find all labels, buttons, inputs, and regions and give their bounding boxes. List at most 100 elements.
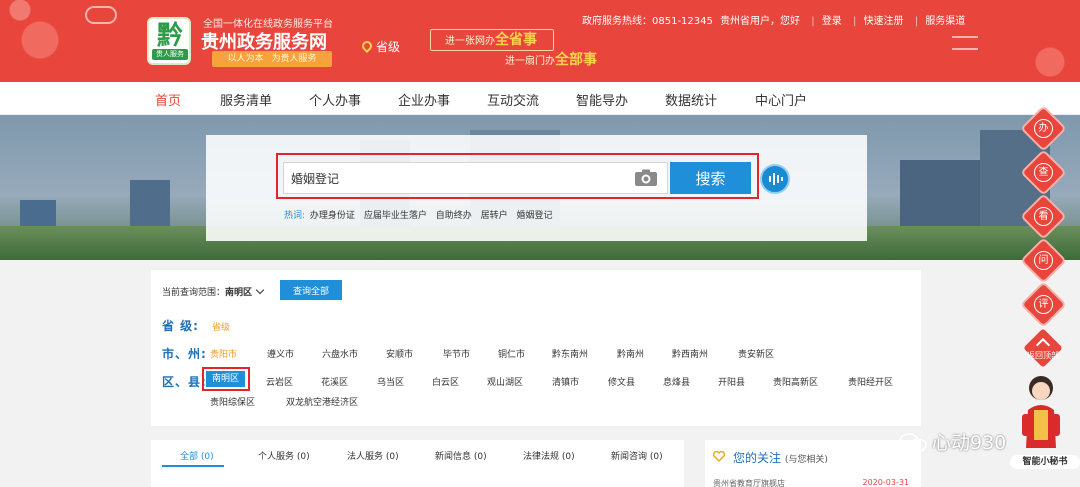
hot-word[interactable]: 自助终办 [436, 211, 472, 221]
query-all-button[interactable]: 查询全部 [280, 280, 342, 300]
district-item[interactable]: 贵阳高新区 [773, 375, 818, 388]
site-header: 黔 贵人服务 全国一体化在线政务服务平台 贵州政务服务网 以人为本 为贵人服务 省… [0, 0, 1080, 82]
camera-icon[interactable] [634, 169, 658, 187]
tab-news-info[interactable]: 新闻信息 (0) [435, 449, 487, 462]
follow-item-date: 2020-03-31 [862, 478, 910, 487]
assistant-mascot-icon[interactable] [1018, 370, 1064, 456]
district-item[interactable]: 修文县 [608, 375, 635, 388]
district-item[interactable]: 息烽县 [663, 375, 690, 388]
city-item[interactable]: 铜仁市 [498, 347, 525, 360]
tab-legal-service[interactable]: 法人服务 (0) [347, 449, 399, 462]
separator: | [853, 16, 857, 27]
hot-word[interactable]: 应届毕业生落户 [364, 211, 427, 221]
tab-news-consult[interactable]: 新闻咨询 (0) [611, 449, 663, 462]
back-to-top-button[interactable]: 返回顶部 [1023, 328, 1063, 368]
city-item[interactable]: 贵安新区 [738, 347, 774, 360]
active-tab-underline [162, 465, 224, 467]
voice-wave-icon [769, 173, 783, 185]
hotline-text: 政府服务热线：0851-12345 [582, 16, 713, 27]
hot-word[interactable]: 办理身份证 [310, 211, 355, 221]
city-label: 市、州: [162, 347, 207, 361]
follow-item[interactable]: 贵州省教育厅旗舰店 2020-03-31 [713, 478, 913, 487]
location-pin-icon [359, 38, 375, 54]
city-item[interactable]: 黔西南州 [672, 347, 708, 360]
city-item[interactable]: 六盘水市 [322, 347, 358, 360]
city-item[interactable]: 毕节市 [443, 347, 470, 360]
wechat-icon [899, 433, 927, 452]
hot-word[interactable]: 婚姻登记 [516, 211, 552, 221]
district-item-selected[interactable]: 南明区 [206, 371, 245, 387]
scope-value: 南明区 [225, 288, 253, 298]
float-rate-button[interactable]: 评 [1022, 283, 1065, 326]
site-logo[interactable]: 黔 贵人服务 [147, 17, 191, 65]
search-button[interactable]: 搜索 [670, 162, 751, 194]
separator: | [811, 16, 815, 27]
nav-home[interactable]: 首页 [155, 90, 181, 109]
city-item[interactable]: 安顺市 [386, 347, 413, 360]
float-view-label: 看 [1034, 207, 1053, 226]
nav-statistics[interactable]: 数据统计 [665, 90, 717, 109]
main-nav: 首页 服务清单 个人办事 企业办事 互动交流 智能导办 数据统计 中心门户 [0, 82, 1080, 115]
float-handle-label: 办 [1034, 119, 1053, 138]
nav-interaction[interactable]: 互动交流 [487, 90, 539, 109]
banner1-highlight: 全省事 [495, 32, 537, 48]
district-item[interactable]: 白云区 [432, 375, 459, 388]
province-item[interactable]: 省级 [212, 320, 230, 333]
cloud-decoration-icon [85, 6, 117, 24]
hot-words: 热词: 办理身份证 应届毕业生落户 自助终办 居转户 婚姻登记 [284, 208, 559, 221]
district-item[interactable]: 乌当区 [377, 375, 404, 388]
follow-subtitle: (与您相关) [784, 455, 828, 465]
chevron-down-icon [255, 285, 265, 295]
voice-search-button[interactable] [760, 164, 790, 194]
logo-tag: 贵人服务 [152, 49, 188, 60]
float-ask-button[interactable]: 问 [1022, 239, 1065, 282]
city-item[interactable]: 黔东南州 [552, 347, 588, 360]
float-handle-button[interactable]: 办 [1022, 107, 1065, 150]
nav-center-portal[interactable]: 中心门户 [755, 90, 807, 109]
level-selector[interactable]: 省级 [359, 38, 401, 55]
city-item[interactable]: 黔南州 [617, 347, 644, 360]
heart-icon [713, 451, 725, 462]
result-tabs [151, 440, 684, 487]
banner-one-door: 进一扇门办全部事 [505, 50, 620, 70]
banner1-prefix: 进一张网办 [445, 36, 495, 47]
slogan-right: 为贵人服务 [271, 54, 317, 64]
district-item[interactable]: 观山湖区 [487, 375, 523, 388]
level-label: 省级 [376, 40, 401, 54]
watermark: 心动930 [932, 432, 1007, 454]
float-ask-label: 问 [1034, 251, 1053, 270]
district-item[interactable]: 贵阳综保区 [210, 395, 255, 408]
top-links: 政府服务热线：0851-12345 贵州省用户，您好 | 登录 | 快速注册 |… [582, 12, 969, 27]
float-rate-label: 评 [1034, 295, 1053, 314]
float-view-button[interactable]: 看 [1022, 195, 1065, 238]
city-item[interactable]: 贵阳市 [210, 347, 237, 360]
district-item[interactable]: 开阳县 [718, 375, 745, 388]
register-link[interactable]: 快速注册 [864, 16, 904, 27]
banner2-highlight: 全部事 [555, 52, 597, 68]
nav-service-list[interactable]: 服务清单 [220, 90, 272, 109]
service-channel-link[interactable]: 服务渠道 [925, 16, 965, 27]
search-input[interactable] [283, 162, 668, 194]
cloud-decoration-icon [952, 36, 978, 50]
district-item[interactable]: 清镇市 [552, 375, 579, 388]
tab-laws[interactable]: 法律法规 (0) [523, 449, 575, 462]
city-item[interactable]: 遵义市 [267, 347, 294, 360]
nav-enterprise[interactable]: 企业办事 [398, 90, 450, 109]
district-item[interactable]: 花溪区 [321, 375, 348, 388]
district-item[interactable]: 贵阳经开区 [848, 375, 893, 388]
separator: | [914, 16, 919, 27]
district-item[interactable]: 云岩区 [266, 375, 293, 388]
tab-personal-service[interactable]: 个人服务 (0) [258, 449, 310, 462]
smart-secretary-button[interactable]: 智能小秘书 [1010, 455, 1080, 469]
banner-one-network: 进一张网办全省事 [430, 29, 554, 51]
scope-selector[interactable]: 当前查询范围：南明区 [162, 285, 265, 298]
float-query-button[interactable]: 查 [1022, 151, 1065, 194]
hot-word[interactable]: 居转户 [481, 211, 508, 221]
tab-all[interactable]: 全部 (0) [180, 449, 214, 462]
login-link[interactable]: 登录 [822, 16, 842, 27]
slogan-left: 以人为本 [227, 54, 264, 64]
slogan: 以人为本 为贵人服务 [212, 51, 332, 67]
nav-smart-guide[interactable]: 智能导办 [576, 90, 628, 109]
nav-personal[interactable]: 个人办事 [309, 90, 361, 109]
district-item[interactable]: 双龙航空港经济区 [286, 395, 358, 408]
